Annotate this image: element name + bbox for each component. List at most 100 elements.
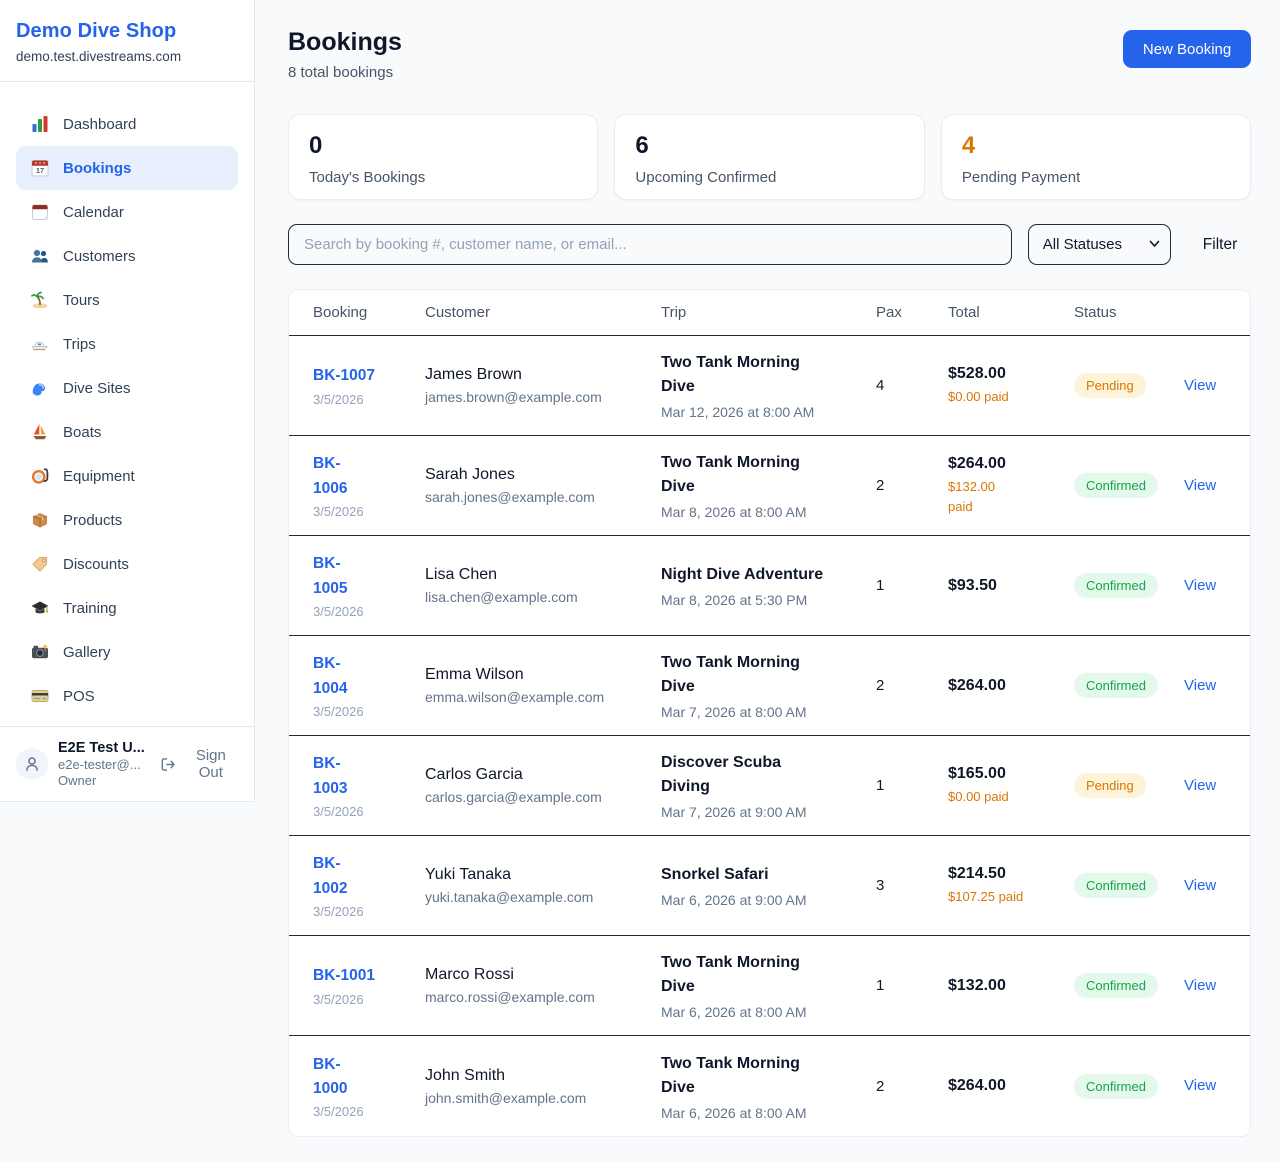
calendar-pad-icon (30, 202, 50, 222)
booking-date: 3/5/2026 (313, 804, 415, 819)
stat-value: 6 (635, 134, 903, 158)
paid-amount: $132.00paid (948, 477, 1064, 516)
sailboat-icon (30, 422, 50, 442)
view-link[interactable]: View (1184, 977, 1216, 994)
sidebar-item-training[interactable]: Training (16, 586, 238, 630)
status-filter-wrap: All Statuses (1028, 224, 1171, 265)
column-header-pax: Pax (876, 304, 948, 321)
status-badge: Confirmed (1074, 673, 1158, 698)
sidebar-item-customers[interactable]: Customers (16, 234, 238, 278)
table-header-row: Booking Customer Trip Pax Total Status (289, 290, 1250, 336)
new-booking-button[interactable]: New Booking (1123, 30, 1251, 68)
sidebar-item-dive-sites[interactable]: Dive Sites (16, 366, 238, 410)
stat-label: Today's Bookings (309, 169, 577, 186)
total-amount: $264.00 (948, 677, 1064, 695)
sign-out-label: Sign Out (184, 747, 238, 781)
paid-amount: $0.00 paid (948, 387, 1064, 407)
trip-name: Two Tank MorningDive (661, 951, 866, 999)
sidebar-item-tours[interactable]: Tours (16, 278, 238, 322)
view-link[interactable]: View (1184, 877, 1216, 894)
sidebar-item-dashboard[interactable]: Dashboard (16, 102, 238, 146)
sidebar-item-trips[interactable]: Trips (16, 322, 238, 366)
status-badge: Confirmed (1074, 1074, 1158, 1099)
trip-datetime: Mar 7, 2026 at 8:00 AM (661, 704, 866, 720)
pax-count: 2 (876, 477, 948, 494)
customer-email: yuki.tanaka@example.com (425, 889, 651, 905)
search-input[interactable] (288, 224, 1012, 265)
column-header-customer: Customer (425, 304, 661, 321)
view-link[interactable]: View (1184, 777, 1216, 794)
view-link[interactable]: View (1184, 577, 1216, 594)
booking-id-link[interactable]: BK-1000 (313, 1053, 347, 1101)
sidebar-item-boats[interactable]: Boats (16, 410, 238, 454)
sidebar-item-bookings[interactable]: 17 Bookings (16, 146, 238, 190)
calendar-17-icon: 17 (30, 158, 50, 178)
booking-date: 3/5/2026 (313, 704, 415, 719)
camera-icon (30, 642, 50, 662)
sidebar-item-equipment[interactable]: Equipment (16, 454, 238, 498)
table-row: BK-1005 3/5/2026 Lisa Chen lisa.chen@exa… (289, 536, 1250, 636)
view-link[interactable]: View (1184, 677, 1216, 694)
total-bookings-count: 8 total bookings (288, 64, 402, 81)
customer-name: Emma Wilson (425, 666, 651, 684)
booking-id-link[interactable]: BK-1006 (313, 452, 347, 500)
customer-name: James Brown (425, 366, 651, 384)
total-amount: $214.50 (948, 865, 1064, 883)
sidebar-item-discounts[interactable]: Discounts (16, 542, 238, 586)
booking-id-link[interactable]: BK-1002 (313, 852, 347, 900)
total-amount: $264.00 (948, 1077, 1064, 1095)
user-name: E2E Test U... (58, 740, 148, 756)
booking-id-link[interactable]: BK-1005 (313, 552, 347, 600)
wave-icon (30, 378, 50, 398)
sidebar-item-calendar[interactable]: Calendar (16, 190, 238, 234)
trip-datetime: Mar 8, 2026 at 8:00 AM (661, 504, 866, 520)
toolbar: All Statuses Filter (288, 224, 1251, 265)
table-row: BK-1000 3/5/2026 John Smith john.smith@e… (289, 1036, 1250, 1136)
svg-text:17: 17 (36, 166, 44, 175)
stat-card-todays-bookings: 0 Today's Bookings (288, 114, 598, 200)
paid-amount: $107.25 paid (948, 887, 1064, 907)
booking-id-link[interactable]: BK-1007 (313, 364, 375, 388)
filter-button[interactable]: Filter (1187, 236, 1251, 254)
view-link[interactable]: View (1184, 1077, 1216, 1094)
customer-email: lisa.chen@example.com (425, 589, 651, 605)
stats-row: 0 Today's Bookings 6 Upcoming Confirmed … (288, 114, 1251, 200)
total-amount: $165.00 (948, 765, 1064, 783)
pax-count: 1 (876, 777, 948, 794)
customer-name: Marco Rossi (425, 966, 651, 984)
user-icon (23, 755, 41, 773)
booking-date: 3/5/2026 (313, 504, 415, 519)
bookings-table: Booking Customer Trip Pax Total Status B… (288, 289, 1251, 1137)
table-body: BK-1007 3/5/2026 James Brown james.brown… (289, 336, 1250, 1136)
diving-mask-icon (30, 466, 50, 486)
trip-name: Two Tank MorningDive (661, 651, 866, 699)
speedboat-icon (30, 334, 50, 354)
status-filter-select[interactable]: All Statuses (1028, 224, 1171, 265)
trip-name: Discover ScubaDiving (661, 751, 866, 799)
view-link[interactable]: View (1184, 477, 1216, 494)
trip-name: Two Tank MorningDive (661, 451, 866, 499)
customer-email: emma.wilson@example.com (425, 689, 651, 705)
sign-out-button[interactable]: Sign Out (160, 747, 238, 781)
view-link[interactable]: View (1184, 377, 1216, 394)
paid-amount: $0.00 paid (948, 787, 1064, 807)
column-header-trip: Trip (661, 304, 876, 321)
status-badge: Pending (1074, 373, 1146, 398)
package-icon (30, 510, 50, 530)
stat-card-pending-payment: 4 Pending Payment (941, 114, 1251, 200)
trip-datetime: Mar 8, 2026 at 5:30 PM (661, 592, 866, 608)
booking-date: 3/5/2026 (313, 1104, 415, 1119)
booking-date: 3/5/2026 (313, 604, 415, 619)
booking-id-link[interactable]: BK-1001 (313, 964, 375, 988)
sidebar-item-pos[interactable]: POS (16, 674, 238, 718)
user-email: e2e-tester@... (58, 757, 148, 772)
brand-name: Demo Dive Shop (16, 20, 238, 43)
table-row: BK-1004 3/5/2026 Emma Wilson emma.wilson… (289, 636, 1250, 736)
booking-id-link[interactable]: BK-1003 (313, 752, 347, 800)
booking-id-link[interactable]: BK-1004 (313, 652, 347, 700)
sidebar-item-products[interactable]: Products (16, 498, 238, 542)
sidebar-item-gallery[interactable]: Gallery (16, 630, 238, 674)
shop-domain: demo.test.divestreams.com (16, 49, 238, 64)
table-row: BK-1006 3/5/2026 Sarah Jones sarah.jones… (289, 436, 1250, 536)
table-row: BK-1002 3/5/2026 Yuki Tanaka yuki.tanaka… (289, 836, 1250, 936)
